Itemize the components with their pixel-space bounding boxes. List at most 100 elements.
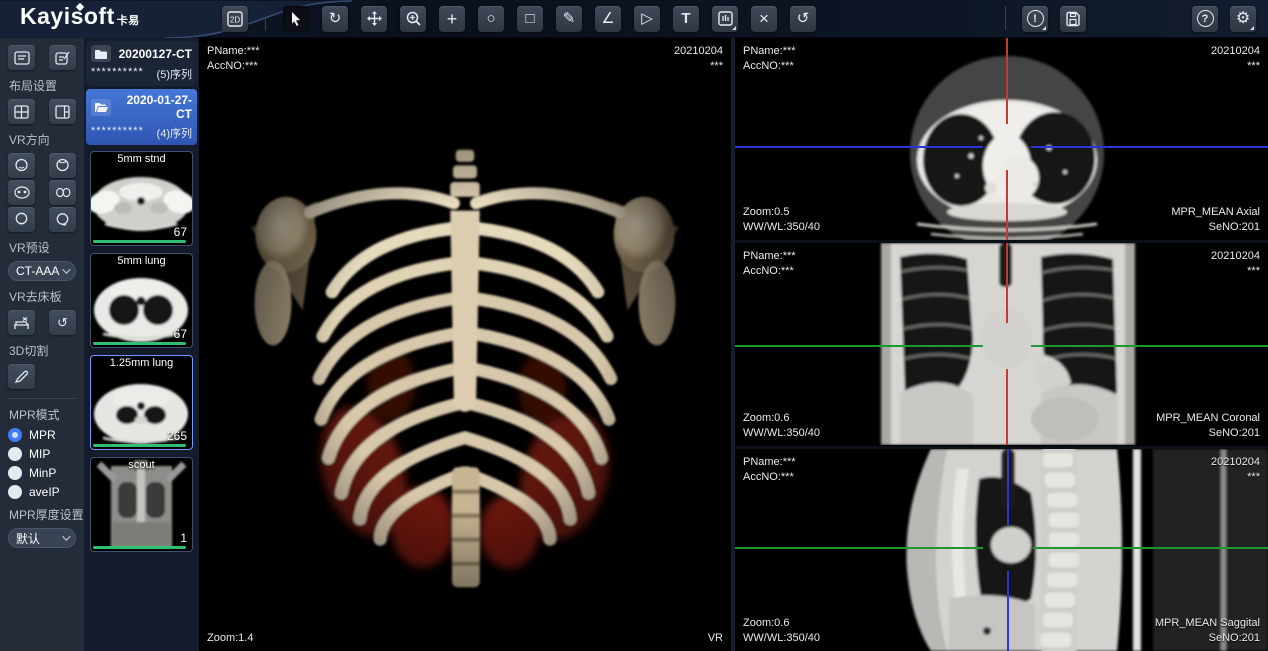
cut-3d-label: 3D切割 [9, 342, 76, 359]
coronal-crosshair-v-bottom[interactable] [1006, 369, 1008, 445]
save-button[interactable] [1060, 6, 1086, 32]
coronal-crosshair-h-right[interactable] [1031, 345, 1268, 347]
sagittal-crosshair-v-top[interactable] [1007, 449, 1009, 525]
sagittal-mode-overlay: MPR_MEAN Saggital SeNO:201 [1155, 616, 1260, 646]
study-date-text: 20210204 [1211, 249, 1260, 264]
vr-preset-select[interactable]: CT-AAA [8, 261, 76, 281]
render-mode-text: VR [708, 631, 723, 646]
cursor-tool-button[interactable] [283, 6, 309, 32]
window-level-button[interactable] [712, 6, 738, 32]
mpr-mode-radio-minp[interactable]: MinP [8, 466, 76, 480]
layout-edit-button[interactable] [49, 45, 76, 70]
axial-crosshair-v-top[interactable] [1006, 38, 1008, 124]
vr-reset-button[interactable]: ↺ [49, 310, 76, 335]
settings-button[interactable]: ⚙ [1230, 6, 1256, 32]
thumbnail-progress-bar [93, 342, 186, 345]
viewport-mpr-coronal[interactable]: PName:*** AccNO:*** 20210204 *** Zoom:0.… [735, 243, 1268, 445]
delete-annotation-button[interactable]: × [751, 6, 777, 32]
viewport-vr[interactable]: PName:*** AccNO:*** 20210204 *** Zoom:1.… [199, 38, 731, 651]
thumb-scout-image [91, 458, 192, 551]
axial-crosshair-h-left[interactable] [735, 146, 983, 148]
mpr-column: PName:*** AccNO:*** 20210204 *** Zoom:0.… [735, 38, 1268, 651]
arrow-annotation-button[interactable]: ▷ [634, 6, 660, 32]
layout-main-side-button[interactable] [49, 99, 76, 124]
mpr-thickness-select[interactable]: 默认 [8, 528, 76, 548]
study-masked-name: ********** [91, 125, 144, 141]
pname-text: PName:*** [743, 455, 796, 470]
info-icon: ! [1027, 10, 1044, 27]
mpr-mode-radio-mip[interactable]: MIP [8, 447, 76, 461]
ruler-tool-button[interactable]: ✎ [556, 6, 582, 32]
thumbnail-label: 5mm stnd [91, 153, 192, 165]
vr-orient-right-button[interactable] [49, 207, 76, 232]
coronal-mode-overlay: MPR_MEAN Coronal SeNO:201 [1156, 411, 1260, 441]
text-tool-button[interactable]: T [673, 6, 699, 32]
vr-orient-face-button[interactable] [8, 180, 35, 205]
axial-crosshair-v-bottom[interactable] [1006, 170, 1008, 240]
axial-crosshair-h-right[interactable] [1031, 146, 1268, 148]
sagittal-crosshair-h-left[interactable] [735, 547, 983, 549]
study-date-text: 20210204 [674, 44, 723, 59]
vr-orient-anterior-button[interactable] [8, 153, 35, 178]
radio-label: MPR [29, 428, 56, 442]
rotate-3d-tool-button[interactable]: ↻ [322, 6, 348, 32]
radio-icon [8, 447, 22, 461]
vr-mode-overlay: VR [708, 631, 723, 646]
layout-grid-2x2-button[interactable] [8, 99, 35, 124]
pan-tool-button[interactable] [361, 6, 387, 32]
mpr-mode-radio-aveip[interactable]: aveIP [8, 485, 76, 499]
mpr-mode-radio-mpr[interactable]: MPR [8, 428, 76, 442]
crosshair-tool-button[interactable]: + [439, 6, 465, 32]
sagittal-crosshair-v-bottom[interactable] [1007, 571, 1009, 651]
vr-orient-posterior-button[interactable] [49, 153, 76, 178]
coronal-crosshair-v-top[interactable] [1006, 243, 1008, 323]
thumbnail-image-count: 67 [174, 225, 187, 239]
reset-view-button[interactable]: ↺ [790, 6, 816, 32]
thumbnail-label: 1.25mm lung [91, 357, 192, 369]
study-item-2-selected[interactable]: 2020-01-27-CT ********** (4)序列 [86, 89, 197, 145]
info-button[interactable]: ! [1022, 6, 1048, 32]
series-thumbnail-5mm-lung[interactable]: 5mm lung 67 [90, 253, 193, 348]
ellipse-tool-button[interactable]: ○ [478, 6, 504, 32]
save-icon [1065, 11, 1081, 27]
layout-panel-button[interactable] [8, 45, 35, 70]
folder-open-icon [91, 99, 111, 116]
viewport-mpr-axial[interactable]: PName:*** AccNO:*** 20210204 *** Zoom:0.… [735, 38, 1268, 240]
eyes-icon [55, 186, 71, 199]
vr-orient-occiput-button[interactable] [49, 180, 76, 205]
study-masked-name: ********** [91, 66, 144, 82]
masked-text: *** [1211, 470, 1260, 485]
accno-text: AccNO:*** [743, 470, 796, 485]
mode-2d-button[interactable]: 2D [222, 6, 248, 32]
study-item-1[interactable]: 20200127-CT ********** (5)序列 [86, 41, 197, 86]
remove-bed-button[interactable] [8, 310, 35, 335]
zoom-tool-button[interactable] [400, 6, 426, 32]
render-mode-text: MPR_MEAN Axial [1171, 205, 1260, 220]
coronal-crosshair-h-left[interactable] [735, 345, 983, 347]
masked-text: *** [1211, 264, 1260, 279]
zoom-text: Zoom:1.4 [207, 631, 253, 646]
viewport-mpr-sagittal[interactable]: PName:*** AccNO:*** 20210204 *** Zoom:0.… [735, 449, 1268, 651]
pname-text: PName:*** [743, 44, 796, 59]
thumbnail-progress-bar [93, 240, 186, 243]
vr-patient-overlay: PName:*** AccNO:*** [207, 44, 260, 74]
series-thumbnail-5mm-stnd[interactable]: 5mm stnd 67 [90, 151, 193, 246]
radio-label: MinP [29, 466, 56, 480]
sagittal-patient-overlay: PName:*** AccNO:*** [743, 455, 796, 485]
help-button[interactable]: ? [1192, 6, 1218, 32]
angle-tool-button[interactable]: ∠ [595, 6, 621, 32]
pname-text: PName:*** [743, 249, 796, 264]
rotate-3d-icon: ↻ [329, 11, 342, 26]
layout-settings-label: 布局设置 [9, 77, 76, 94]
sagittal-crosshair-h-right[interactable] [1033, 547, 1268, 549]
dropdown-corner [1250, 26, 1254, 30]
thumbnail-image-count: 265 [167, 429, 187, 443]
series-thumbnail-scout[interactable]: scout 1 [90, 457, 193, 552]
render-mode-text: MPR_MEAN Saggital [1155, 616, 1260, 631]
study-series-count: (4)序列 [157, 125, 192, 141]
rectangle-tool-button[interactable]: □ [517, 6, 543, 32]
vr-orient-left-button[interactable] [8, 207, 35, 232]
radio-label: aveIP [29, 485, 60, 499]
scalpel-button[interactable] [8, 364, 35, 389]
series-thumbnail-125mm-lung[interactable]: 1.25mm lung 265 [90, 355, 193, 450]
